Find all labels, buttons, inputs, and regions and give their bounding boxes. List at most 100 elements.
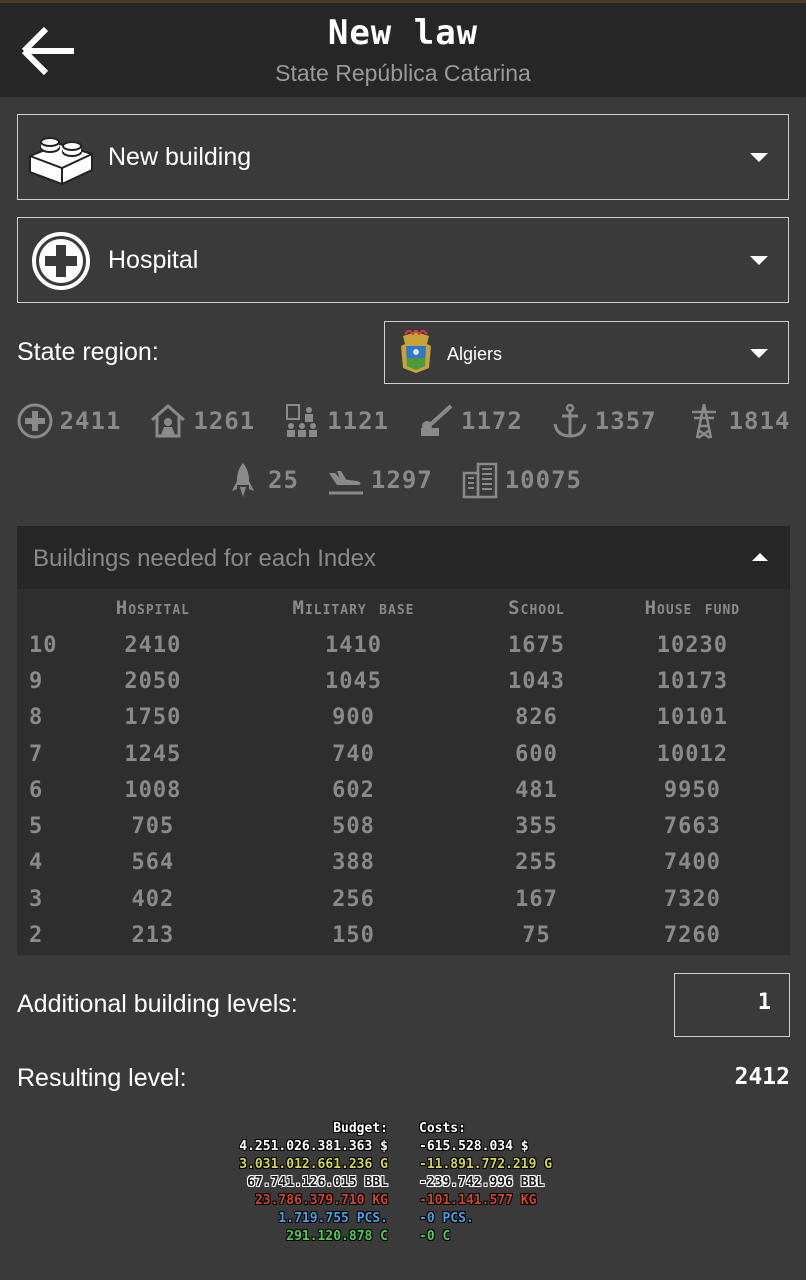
value-cell: 1043 [507,668,565,694]
house-person-icon [151,404,186,438]
budget-title: Budget: [333,1121,388,1136]
table-row: 5 705 508 355 7663 [17,808,790,844]
value-cell: 256 [332,886,375,912]
cost-line: -0 PCS. [419,1211,474,1226]
value-cell: 10230 [656,632,728,658]
value-cell: 10173 [656,668,728,694]
value-cell: 508 [332,814,375,840]
stat-housing-fund: 10075 [461,461,582,499]
plane-landing-icon [328,471,363,495]
table-row: 8 1750 900 826 10101 [17,700,790,736]
law-type-dropdown[interactable]: New building [17,114,789,200]
value-cell: 1675 [507,632,565,658]
table-row: 9 2050 1045 1043 10173 [17,663,790,699]
index-cell: 7 [29,741,44,767]
table-row: 6 1008 602 481 9950 [17,772,790,808]
stat-airport: 1297 [327,461,433,499]
stat-space: 25 [224,461,299,499]
value-cell: 75 [522,923,551,949]
building-type-label: Hospital [108,246,199,274]
building-type-dropdown[interactable]: Hospital [17,217,789,303]
anchor-icon [553,403,587,438]
table-row: 7 1245 740 600 10012 [17,736,790,772]
stat-port: 1357 [551,402,657,440]
stat-housing: 1261 [149,402,255,440]
value-cell: 388 [332,850,375,876]
value-cell: 402 [131,886,175,912]
index-cell: 6 [29,777,44,803]
cost-line: -0 C [419,1229,451,1244]
value-cell: 1008 [124,777,182,803]
state-region-value: Algiers [447,344,503,364]
cost-line: -615.528.034 $ [419,1139,529,1154]
index-cell: 8 [29,705,44,731]
index-cell: 3 [29,886,44,912]
index-cell: 5 [29,814,44,840]
table-row: 2 213 150 75 7260 [17,917,790,953]
value-cell: 602 [332,777,375,803]
table-row: 10 2410 1410 1675 10230 [17,627,790,663]
costs-title: Costs: [419,1121,466,1136]
value-cell: 2050 [124,668,182,694]
budget-line: 4.251.026.381.363 $ [239,1139,388,1154]
value-cell: 10101 [656,705,728,731]
state-region-dropdown[interactable]: Algiers [384,321,789,384]
column-header-military-base: Military base [292,597,415,619]
column-header-house-fund: House fund [644,597,741,619]
building-icon [462,462,497,499]
algiers-coat-of-arms [401,330,431,373]
table-header-row: Hospital Military base School House fund [17,589,790,627]
chevron-down-icon [750,256,768,265]
resulting-level-value: 2412 [734,1064,790,1090]
value-cell: 600 [515,741,558,767]
rocket-icon [232,463,255,497]
header-bar: New law State República Catarina [0,0,806,97]
value-cell: 7663 [663,814,721,840]
index-table: Hospital Military base School House fund… [17,589,790,955]
index-cell: 10 [29,632,58,658]
stat-power: 1814 [685,402,791,440]
value-cell: 826 [515,705,558,731]
value-cell: 740 [332,741,375,767]
cost-line: -11.891.772.219 G [419,1157,553,1172]
value-cell: 213 [131,923,175,949]
value-cell: 1045 [325,668,382,694]
value-cell: 150 [332,923,375,949]
additional-levels-input[interactable]: 1 [674,973,790,1037]
hospital-plus-icon [17,403,53,439]
law-type-label: New building [108,143,252,171]
value-cell: 1410 [325,632,382,658]
stat-military: 1172 [417,402,523,440]
value-cell: 1750 [124,705,182,731]
power-tower-icon [691,403,716,440]
budget-line: 1.719.755 PCS. [278,1211,388,1226]
column-header-hospital: Hospital [115,597,190,619]
index-cell: 2 [29,923,44,949]
table-row: 3 402 256 167 7320 [17,881,790,917]
value-cell: 355 [515,814,558,840]
column-header-index [17,589,77,627]
stats-row-2: 25 1297 10075 [0,461,806,499]
school-people-icon [286,404,318,437]
value-cell: 564 [131,850,175,876]
page-subtitle: State República Catarina [275,60,531,86]
index-cell: 9 [29,668,44,694]
resulting-level-label: Resulting level: [17,1064,187,1092]
cost-line: -239.742.996 BBL [419,1175,545,1190]
value-cell: 705 [131,814,175,840]
value-cell: 900 [332,705,375,731]
value-cell: 10012 [656,741,728,767]
index-cell: 4 [29,850,44,876]
value-cell: 7320 [663,886,721,912]
lego-brick-icon [29,137,93,186]
column-header-school: School [508,597,565,619]
index-accordion-header[interactable]: Buildings needed for each Index [17,526,790,589]
value-cell: 7400 [663,850,721,876]
costs-summary: Costs: -615.528.034 $ -11.891.772.219 G -2… [419,1120,552,1246]
table-row: 4 564 388 255 7400 [17,845,790,881]
stat-school: 1121 [283,402,389,440]
value-cell: 7260 [663,923,721,949]
budget-line: 23.786.379.710 KG [254,1193,388,1208]
stat-hospital: 2411 [16,402,122,440]
value-cell: 2410 [124,632,182,658]
